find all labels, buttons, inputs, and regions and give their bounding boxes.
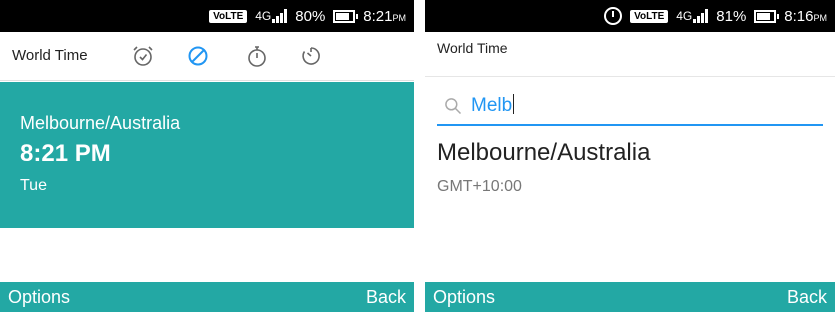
options-softkey[interactable]: Options — [8, 287, 70, 308]
divider — [425, 76, 835, 77]
tab-bar: World Time — [0, 32, 414, 81]
search-result-city[interactable]: Melbourne/Australia — [437, 139, 650, 167]
battery-icon — [333, 9, 359, 23]
timer-icon[interactable] — [299, 44, 323, 68]
alarm-status-icon — [604, 7, 623, 25]
battery-icon — [754, 9, 780, 23]
search-query: Melb — [471, 94, 515, 116]
signal-indicator: 4G — [255, 9, 288, 23]
back-softkey[interactable]: Back — [366, 287, 406, 308]
search-icon — [445, 98, 462, 115]
screen-gap — [414, 0, 425, 312]
city-day: Tue — [20, 177, 47, 194]
city-name: Melbourne/Australia — [20, 113, 181, 133]
network-type-label: 4G — [255, 9, 272, 23]
softkey-bar: Options Back — [0, 282, 414, 312]
softkey-bar: Options Back — [425, 282, 835, 312]
stopwatch-icon[interactable] — [245, 44, 269, 68]
city-time: 8:21 PM — [20, 140, 111, 167]
battery-percent: 80% — [295, 7, 326, 25]
world-clock-icon[interactable] — [186, 44, 210, 68]
network-type-label: 4G — [676, 9, 693, 23]
app-title: World Time — [12, 47, 88, 64]
app-title: World Time — [437, 40, 508, 56]
volte-badge: VoLTE — [209, 9, 248, 23]
battery-percent: 81% — [716, 7, 747, 25]
text-cursor — [513, 94, 515, 114]
volte-badge: VoLTE — [630, 9, 669, 23]
status-bar: VoLTE 4G 80% 8:21PM — [0, 0, 414, 32]
world-time-screen: VoLTE 4G 80% 8:21PM World Time Melbourne… — [0, 0, 414, 312]
alarm-icon[interactable] — [131, 44, 155, 68]
status-clock: 8:21PM — [363, 7, 406, 25]
search-input[interactable]: Melb — [437, 88, 823, 126]
city-search-screen: VoLTE 4G 81% 8:16PM World Time Melb Melb… — [425, 0, 835, 312]
status-clock: 8:16PM — [784, 7, 827, 25]
back-softkey[interactable]: Back — [787, 287, 827, 308]
options-softkey[interactable]: Options — [433, 287, 495, 308]
status-bar: VoLTE 4G 81% 8:16PM — [425, 0, 835, 32]
world-clock-card[interactable]: Melbourne/Australia 8:21 PM Tue — [0, 82, 414, 228]
signal-indicator: 4G — [676, 9, 709, 23]
signal-bars-icon — [272, 9, 288, 23]
search-result-offset: GMT+10:00 — [437, 178, 522, 195]
signal-bars-icon — [693, 9, 709, 23]
